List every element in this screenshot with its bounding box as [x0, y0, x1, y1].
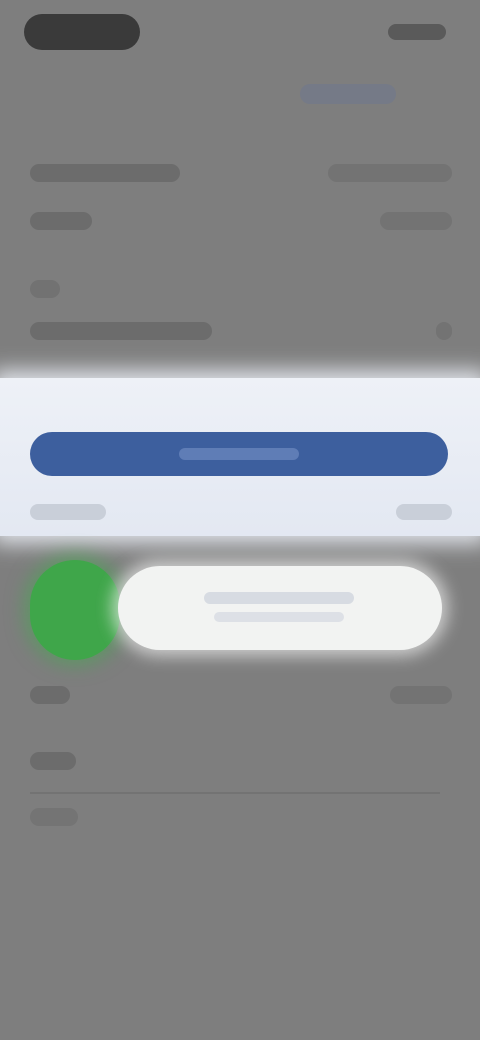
row-4-value	[436, 322, 452, 340]
row-3-label	[30, 280, 60, 298]
row-4[interactable]	[0, 312, 480, 352]
row-1-label	[30, 164, 180, 182]
status-bar	[0, 0, 480, 64]
card-footer	[0, 498, 480, 526]
caption-text	[30, 808, 78, 826]
pill-text	[204, 592, 354, 604]
caption-row	[0, 798, 480, 838]
row-1[interactable]	[0, 154, 480, 194]
row-2[interactable]	[0, 202, 480, 242]
card-footer-right[interactable]	[396, 504, 452, 520]
row-2-value	[380, 212, 452, 230]
row-4-label	[30, 322, 212, 340]
blurred-screen	[0, 0, 480, 1040]
lower-row[interactable]	[0, 676, 480, 716]
lower-row-label	[30, 686, 70, 704]
section-label	[30, 752, 76, 770]
status-indicators	[388, 24, 446, 40]
lower-row-value	[390, 686, 452, 704]
header-action-link[interactable]	[300, 84, 396, 104]
green-avatar-icon[interactable]	[30, 560, 120, 660]
row-3[interactable]	[0, 270, 480, 310]
primary-button-label	[179, 448, 299, 460]
primary-button[interactable]	[30, 432, 448, 476]
section-row	[0, 742, 480, 782]
status-time-pill	[24, 14, 140, 50]
row-2-label	[30, 212, 92, 230]
pill-card[interactable]	[118, 566, 442, 650]
row-1-value	[328, 164, 452, 182]
pill-subtext-bar	[214, 612, 344, 622]
card-footer-left	[30, 504, 106, 520]
divider	[30, 792, 440, 794]
